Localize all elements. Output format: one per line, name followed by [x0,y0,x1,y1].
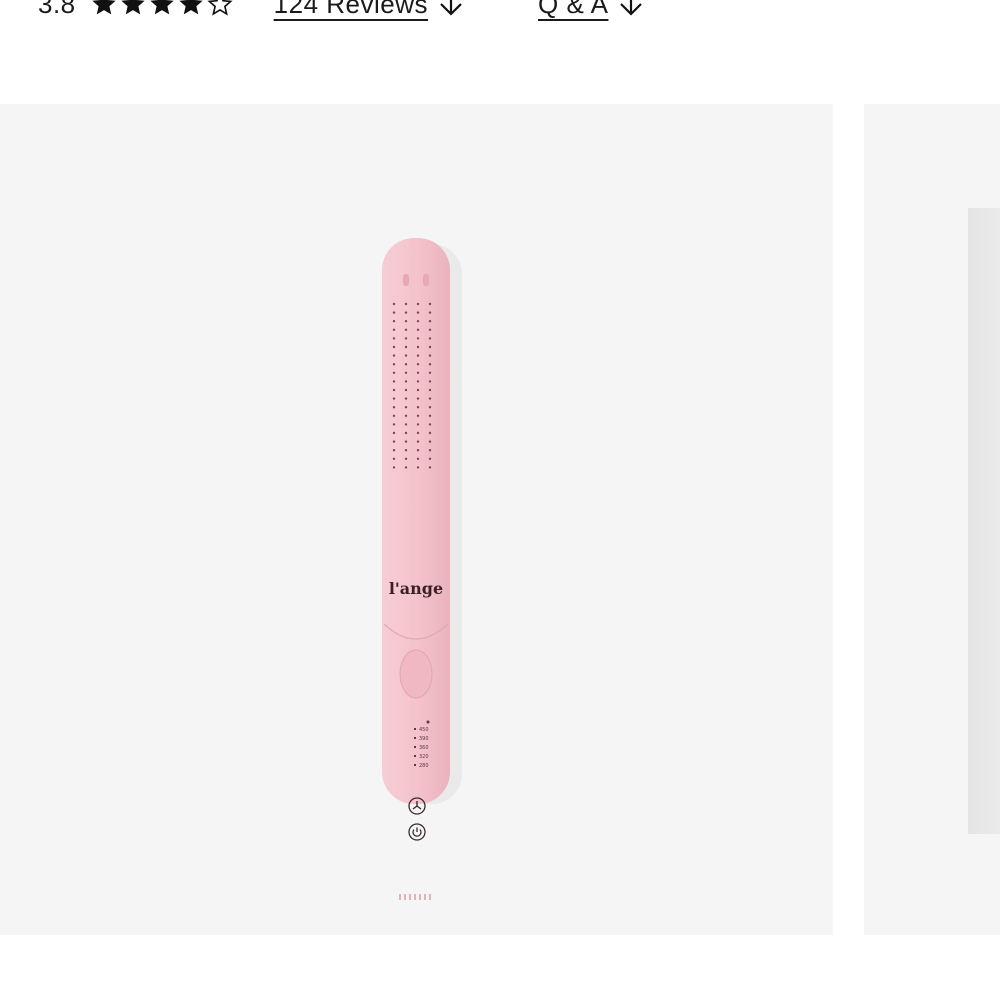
power-icon [407,822,427,847]
hair-straightener-image: l'ange 450 390 360 320 280 [370,234,480,824]
svg-text:360: 360 [419,745,429,751]
qa-link-label: Q & A [538,0,609,19]
star-rating [90,0,234,18]
rating-bar: 3.8 124 Reviews Q & A [38,0,644,24]
qa-link[interactable]: Q & A [538,0,644,20]
star-filled-icon [177,0,205,18]
star-filled-icon [90,0,118,18]
bottom-vent [396,889,436,907]
main-product-image[interactable]: l'ange 450 390 360 320 280 [0,104,833,935]
svg-text:320: 320 [419,754,429,760]
star-filled-icon [119,0,147,18]
star-outline-icon [206,0,234,18]
svg-text:390: 390 [419,736,429,742]
svg-text:450: 450 [419,727,429,733]
star-filled-icon [148,0,176,18]
arrow-down-icon [438,0,464,18]
next-product-thumbnail [968,208,1000,834]
brand-logo: l'ange [389,579,443,598]
arrow-down-icon [618,0,644,18]
reviews-link-label: 124 Reviews [273,0,429,19]
rating-value: 3.8 [38,0,76,19]
next-product-image[interactable] [864,104,1000,935]
svg-text:280: 280 [419,763,429,769]
fan-icon [407,796,427,821]
product-page: 3.8 124 Reviews Q & A l'ange 450 390 360… [0,0,1000,1000]
reviews-link[interactable]: 124 Reviews [274,0,464,20]
